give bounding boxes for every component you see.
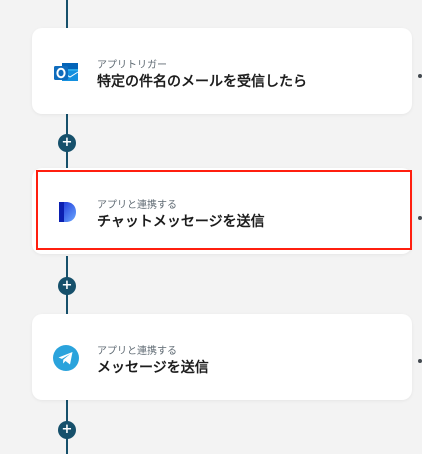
- outlook-icon: [52, 58, 80, 86]
- step-type-label: アプリと連携する: [97, 346, 177, 357]
- flow-step-action-chat[interactable]: アプリと連携する チャットメッセージを送信: [32, 168, 412, 254]
- flow-step-trigger[interactable]: アプリトリガー 特定の件名のメールを受信したら: [32, 28, 412, 114]
- flow-step-action-telegram[interactable]: アプリと連携する メッセージを送信: [32, 314, 412, 400]
- add-step-button[interactable]: +: [58, 277, 76, 295]
- connector-line: [66, 0, 68, 30]
- step-type-label: アプリトリガー: [97, 60, 167, 71]
- step-menu-handle[interactable]: [418, 216, 422, 220]
- add-step-button[interactable]: +: [58, 134, 76, 152]
- step-menu-handle[interactable]: [418, 74, 422, 78]
- step-menu-handle[interactable]: [418, 359, 422, 363]
- telegram-icon: [52, 344, 80, 372]
- step-type-label: アプリと連携する: [97, 200, 177, 211]
- add-step-button[interactable]: +: [58, 421, 76, 439]
- step-title: 特定の件名のメールを受信したら: [97, 74, 307, 90]
- step-title: メッセージを送信: [97, 360, 209, 376]
- d-app-icon: [52, 198, 80, 226]
- step-title: チャットメッセージを送信: [97, 214, 265, 230]
